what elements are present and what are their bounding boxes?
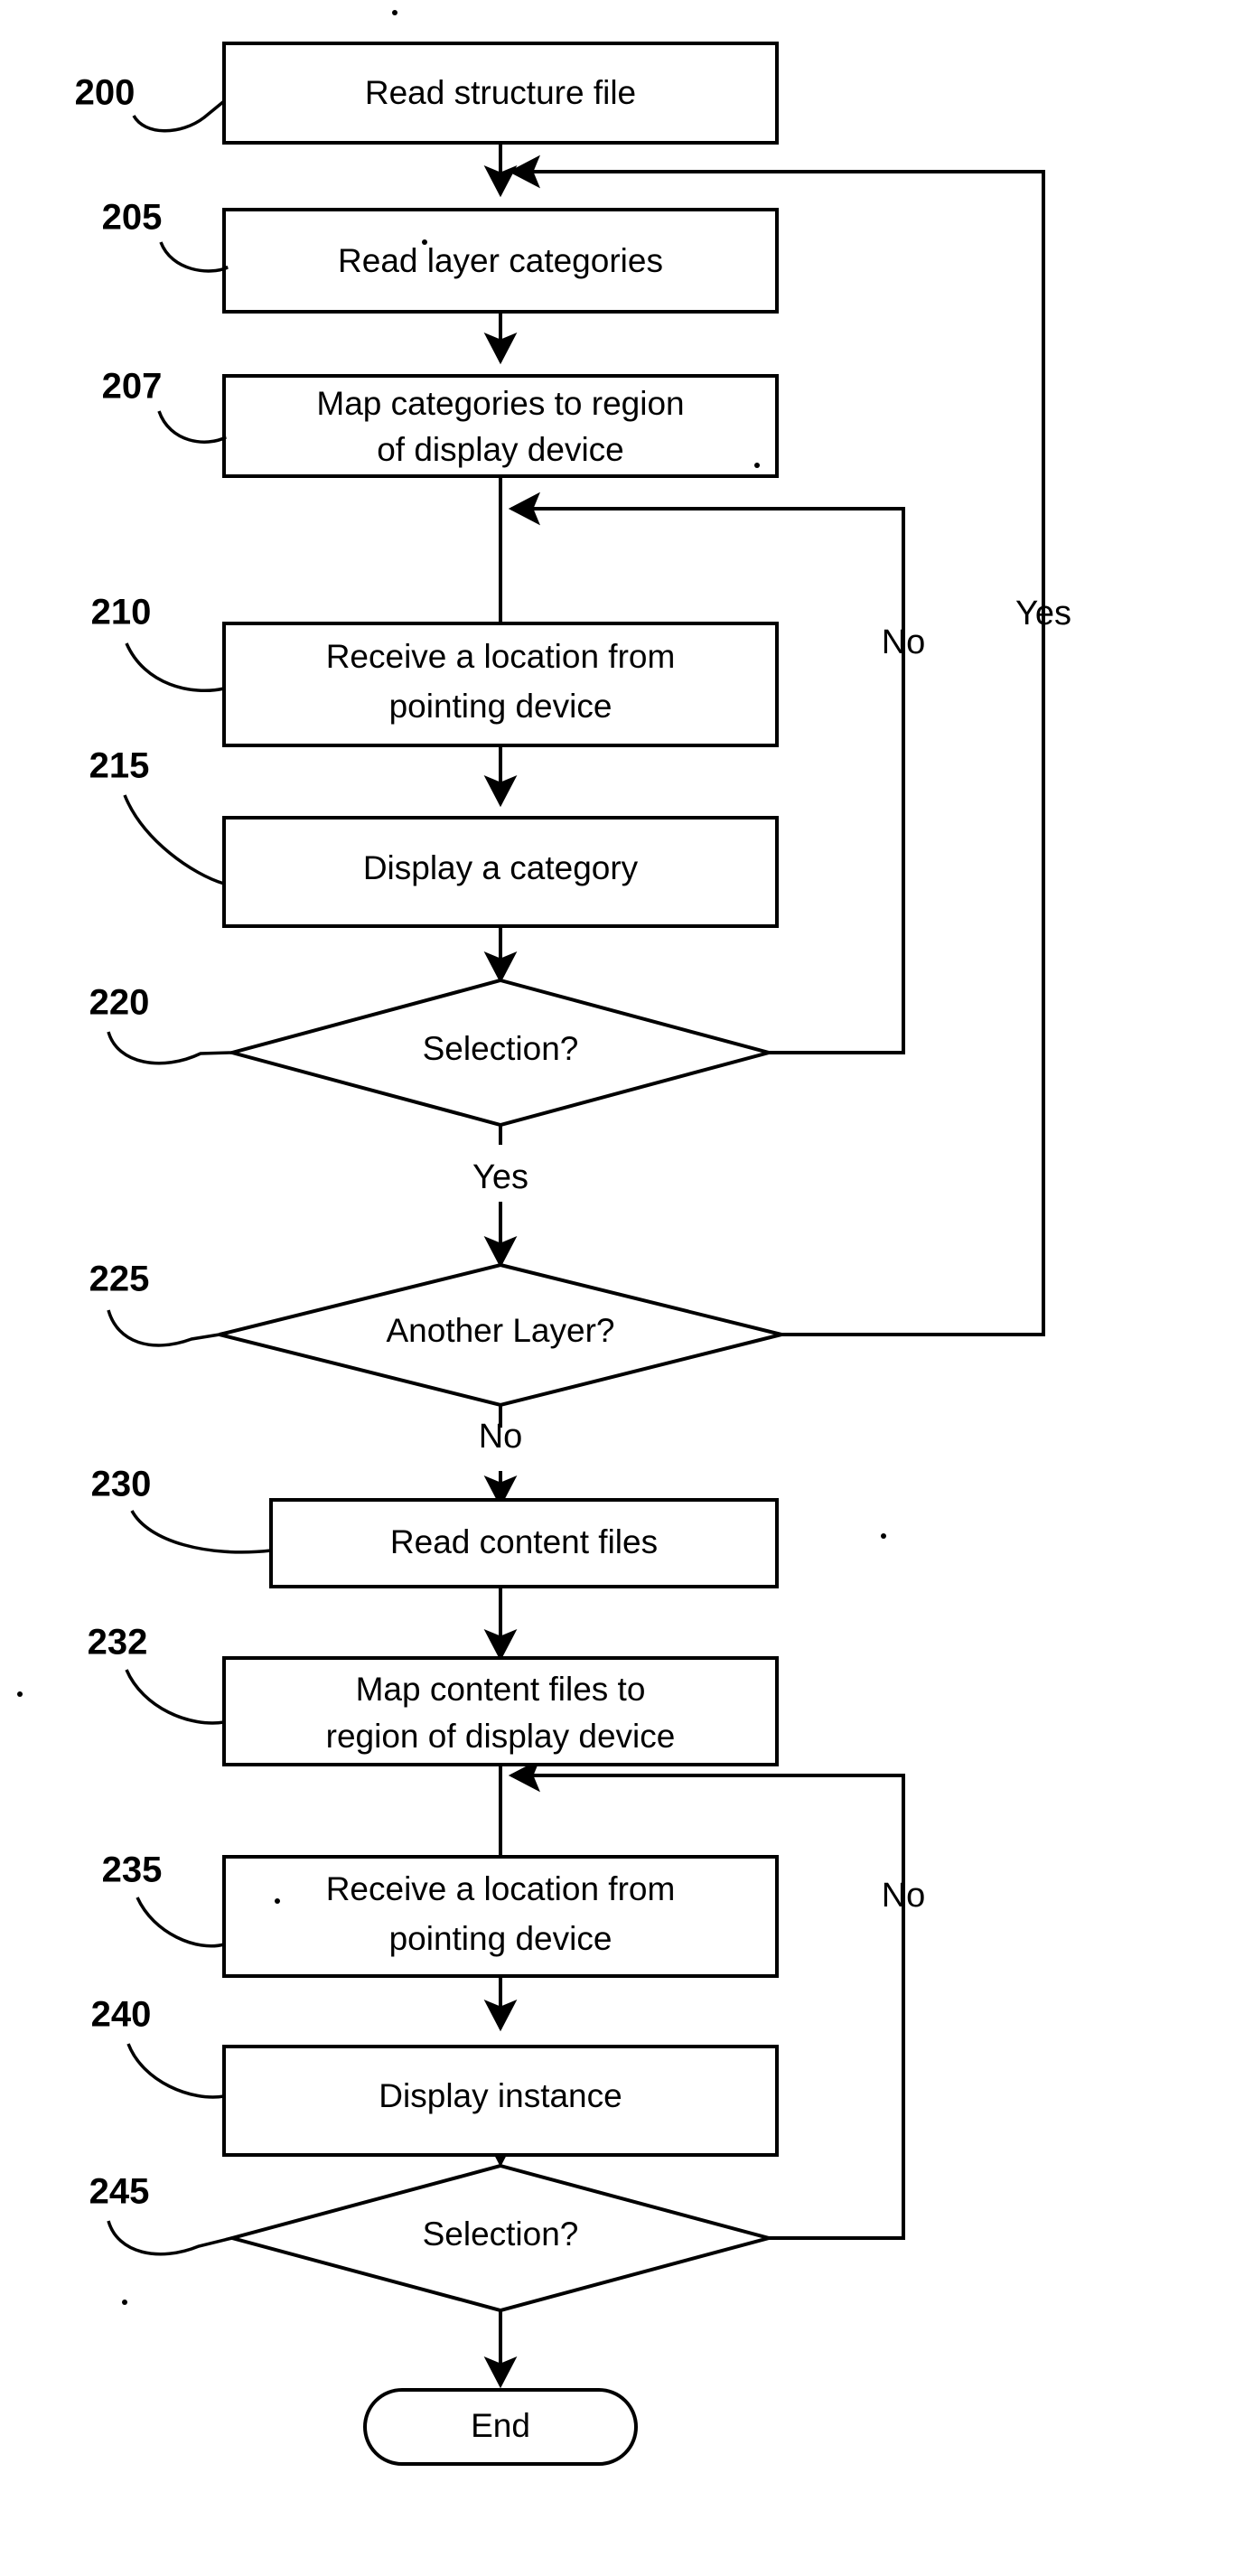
edge-label-220-no: No xyxy=(882,623,926,661)
ref-label-200: 200 xyxy=(75,73,136,113)
leader-240 xyxy=(126,2043,225,2099)
node-210-label-line1: Receive a location from xyxy=(326,638,676,675)
edge-225-yes-feedback xyxy=(508,155,1045,1336)
node-225-label: Another Layer? xyxy=(386,1312,614,1349)
leader-235 xyxy=(136,1897,225,1948)
ref-label-230: 230 xyxy=(91,1465,152,1504)
figure-canvas: Read structure file Read layer categorie… xyxy=(0,0,1253,2576)
node-210-label-line2: pointing device xyxy=(389,688,612,725)
ref-label-207: 207 xyxy=(102,367,163,407)
leader-207 xyxy=(157,410,227,444)
node-207-label-line2: of display device xyxy=(377,431,624,468)
leader-230 xyxy=(130,1510,272,1554)
leader-245 xyxy=(107,2220,233,2256)
edge-label-245-no: No xyxy=(882,1877,926,1915)
speck xyxy=(17,1691,23,1697)
node-220-label: Selection? xyxy=(423,1030,579,1067)
node-235-label-line2: pointing device xyxy=(389,1920,612,1957)
speck xyxy=(122,2300,127,2305)
node-235-label-line1: Receive a location from xyxy=(326,1870,676,1907)
edge-label-225-yes: Yes xyxy=(1015,595,1071,632)
node-215-label: Display a category xyxy=(363,849,639,886)
edge-label-220-yes: Yes xyxy=(472,1158,528,1196)
leader-210 xyxy=(125,642,225,693)
node-240-label: Display instance xyxy=(379,2077,622,2114)
ref-label-235: 235 xyxy=(102,1850,163,1890)
edge-220-no-feedback xyxy=(508,492,905,1054)
ref-label-225: 225 xyxy=(89,1260,150,1299)
node-207-label-line1: Map categories to region xyxy=(316,385,684,422)
ref-label-210: 210 xyxy=(91,593,152,632)
node-200-label: Read structure file xyxy=(365,74,636,111)
node-230-label: Read content files xyxy=(390,1523,658,1560)
speck xyxy=(275,1898,280,1904)
node-end-label: End xyxy=(471,2407,530,2444)
ref-label-240: 240 xyxy=(91,1995,152,2035)
flowchart-svg: Read structure file Read layer categorie… xyxy=(17,10,1071,2466)
node-205-label: Read layer categories xyxy=(338,242,663,279)
speck xyxy=(422,239,427,245)
leader-205 xyxy=(159,241,229,273)
node-232-label-line2: region of display device xyxy=(326,1718,676,1755)
ref-label-245: 245 xyxy=(89,2172,150,2212)
edge-245-no-feedback xyxy=(508,1758,905,2240)
node-232-label-line1: Map content files to xyxy=(356,1671,646,1708)
ref-label-215: 215 xyxy=(89,746,150,786)
leader-225 xyxy=(107,1309,220,1347)
leader-200 xyxy=(132,99,226,133)
speck xyxy=(392,10,397,15)
speck xyxy=(881,1533,886,1539)
node-245-label: Selection? xyxy=(423,2215,579,2253)
ref-label-220: 220 xyxy=(89,983,150,1023)
ref-label-232: 232 xyxy=(88,1623,148,1663)
leader-215 xyxy=(123,794,225,885)
speck xyxy=(754,463,760,468)
edge-label-225-no: No xyxy=(479,1418,523,1456)
leader-220 xyxy=(107,1031,233,1065)
leader-232 xyxy=(125,1669,225,1725)
ref-label-205: 205 xyxy=(102,198,163,238)
